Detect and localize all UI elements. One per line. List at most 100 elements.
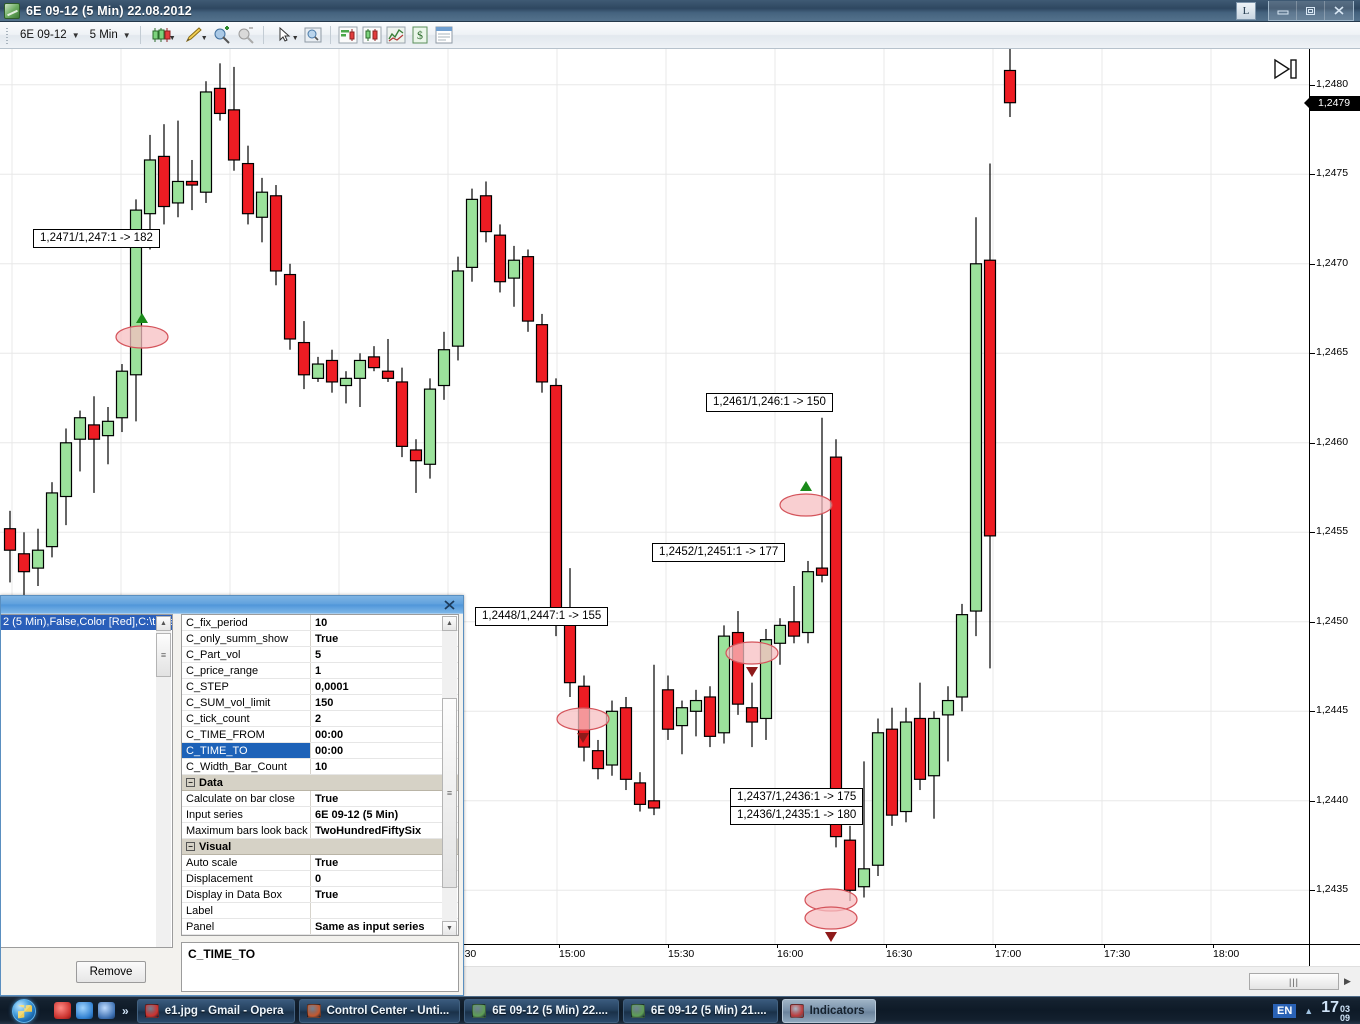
magnifier-icon[interactable] <box>302 24 324 46</box>
scroll-up-icon[interactable]: ▲ <box>442 616 457 631</box>
property-row[interactable]: Maximum bars look back TwoHundredFiftySix <box>182 823 458 839</box>
property-value[interactable]: True <box>311 887 458 902</box>
property-value[interactable]: 10 <box>311 615 458 630</box>
cursor-pointer-icon[interactable]: ▼ <box>270 24 300 46</box>
property-value[interactable]: 00:00 <box>311 743 458 758</box>
chart-annotation[interactable]: 1,2461/1,246:1 -> 150 <box>706 393 833 412</box>
chart-annotation[interactable]: 1,2437/1,2436:1 -> 175 <box>730 788 864 807</box>
property-grid[interactable]: C_fix_period 10 C_only_summ_show True C_Part… <box>181 614 459 936</box>
indicators-icon <box>789 1003 804 1018</box>
property-value[interactable]: 10 <box>311 759 458 774</box>
property-row[interactable]: Calculate on bar close True <box>182 791 458 807</box>
skip-forward-icon[interactable] <box>1272 57 1302 81</box>
property-row[interactable]: Auto scale True <box>182 855 458 871</box>
property-value[interactable]: True <box>311 855 458 870</box>
windows-start-orb-icon[interactable] <box>2 998 46 1024</box>
property-value[interactable]: 6E 09-12 (5 Min) <box>311 807 458 822</box>
chart-annotation[interactable]: 1,2471/1,247:1 -> 182 <box>33 229 160 248</box>
property-value[interactable]: 2 <box>311 711 458 726</box>
indicators-dialog[interactable]: 2 (5 Min),False,Color [Red],C:\ticks ▲ ≡… <box>0 595 464 996</box>
show-hidden-icons-icon[interactable]: ▲ <box>1304 1006 1313 1016</box>
interval-selector[interactable]: 5 Min ▼ <box>85 25 134 45</box>
chevron-down-icon[interactable]: ▼ <box>169 35 176 42</box>
zoom-in-icon[interactable] <box>211 24 233 46</box>
scroll-up-icon[interactable]: ▲ <box>156 616 171 631</box>
media-player-quicklaunch-icon[interactable] <box>98 1002 115 1019</box>
taskbar-item[interactable]: Control Center - Unti... <box>298 998 461 1023</box>
instrument-selector[interactable]: 6E 09-12 ▼ <box>15 25 83 45</box>
language-indicator[interactable]: EN <box>1272 1003 1297 1018</box>
scroll-down-icon[interactable]: ▼ <box>442 921 457 935</box>
property-row[interactable]: Label <box>182 903 458 919</box>
property-value[interactable]: 5 <box>311 647 458 662</box>
chart-annotation[interactable]: 1,2436/1,2435:1 -> 180 <box>730 806 864 825</box>
property-value[interactable] <box>311 903 458 918</box>
taskbar-clock[interactable]: 17 03 09 <box>1321 999 1354 1023</box>
taskbar-item[interactable]: 6E 09-12 (5 Min) 21.... <box>622 998 778 1023</box>
remove-button[interactable]: Remove <box>76 961 146 983</box>
property-value[interactable]: 1 <box>311 663 458 678</box>
minimize-icon[interactable] <box>1269 0 1297 20</box>
property-value[interactable]: 0,0001 <box>311 679 458 694</box>
property-row[interactable]: C_only_summ_show True <box>182 631 458 647</box>
strategies-icon[interactable] <box>361 24 383 46</box>
internet-explorer-quicklaunch-icon[interactable] <box>76 1002 93 1019</box>
property-row[interactable]: C_SUM_vol_limit 150 <box>182 695 458 711</box>
scrollbar-thumb[interactable]: ≡ <box>442 698 457 888</box>
close-icon[interactable] <box>441 598 457 612</box>
property-value[interactable]: Same as input series <box>311 919 458 934</box>
scrollbar-thumb[interactable]: ||| <box>1249 973 1339 990</box>
property-row[interactable]: Panel Same as input series <box>182 919 458 935</box>
chevron-down-icon[interactable]: ▼ <box>292 35 299 42</box>
collapse-expander-icon[interactable]: − <box>186 842 195 851</box>
property-row[interactable]: C_STEP 0,0001 <box>182 679 458 695</box>
property-row[interactable]: C_fix_period 10 <box>182 615 458 631</box>
collapse-expander-icon[interactable]: − <box>186 778 195 787</box>
taskbar-item[interactable]: Indicators <box>781 998 876 1023</box>
dollar-icon[interactable]: $ <box>409 24 431 46</box>
property-category-row[interactable]: − Visual <box>182 839 458 855</box>
chart-trader-icon[interactable] <box>385 24 407 46</box>
price-axis[interactable]: 1,2480 1,2475 1,2470 1,2465 1,2460 1,2455 1,24… <box>1304 49 1360 944</box>
property-value[interactable]: True <box>311 631 458 646</box>
configured-indicators-list[interactable]: 2 (5 Min),False,Color [Red],C:\ticks ▲ ≡ <box>1 614 173 948</box>
scrollbar-thumb[interactable]: ≡ <box>156 633 171 677</box>
property-row[interactable]: Input series 6E 09-12 (5 Min) <box>182 807 458 823</box>
zoom-out-icon[interactable] <box>235 24 257 46</box>
property-value[interactable]: True <box>311 791 458 806</box>
chart-annotation[interactable]: 1,2452/1,2451:1 -> 177 <box>652 543 786 562</box>
taskbar-item[interactable]: e1.jpg - Gmail - Opera <box>136 998 295 1023</box>
window-title-bar[interactable]: 6E 09-12 (5 Min) 22.08.2012 L <box>0 0 1360 22</box>
property-row[interactable]: C_Part_vol 5 <box>182 647 458 663</box>
scroll-right-icon[interactable]: ▶ <box>1339 973 1356 990</box>
property-grid-scrollbar[interactable]: ▲ ≡ ▼ <box>442 616 457 935</box>
property-value[interactable]: TwoHundredFiftySix <box>311 823 458 838</box>
layout-badge[interactable]: L <box>1236 1 1256 20</box>
property-value[interactable]: 0 <box>311 871 458 886</box>
restore-icon[interactable] <box>1297 0 1325 20</box>
properties-icon[interactable] <box>433 24 455 46</box>
drawing-tools-pencil-icon[interactable]: ▼ <box>179 24 209 46</box>
property-value[interactable]: 00:00 <box>311 727 458 742</box>
taskbar-item[interactable]: 6E 09-12 (5 Min) 22.... <box>464 998 619 1023</box>
property-row[interactable]: C_tick_count 2 <box>182 711 458 727</box>
property-category-row[interactable]: − Data <box>182 775 458 791</box>
close-icon[interactable] <box>1325 1 1353 20</box>
indicators-icon[interactable] <box>337 24 359 46</box>
chevron-down-icon[interactable]: ▼ <box>201 35 208 42</box>
property-row[interactable]: Displacement 0 <box>182 871 458 887</box>
list-item[interactable]: 2 (5 Min),False,Color [Red],C:\ticks <box>1 615 172 630</box>
property-value[interactable]: 150 <box>311 695 458 710</box>
chart-style-candles-icon[interactable]: ▼ <box>147 24 177 46</box>
chart-annotation[interactable]: 1,2448/1,2447:1 -> 155 <box>475 607 609 626</box>
property-row[interactable]: C_price_range 1 <box>182 663 458 679</box>
quick-launch-more-icon[interactable]: » <box>122 1004 129 1018</box>
property-row[interactable]: C_Width_Bar_Count 10 <box>182 759 458 775</box>
list-scrollbar[interactable]: ▲ ≡ <box>156 616 171 947</box>
property-row[interactable]: C_TIME_TO 00:00 <box>182 743 458 759</box>
dialog-title-bar[interactable] <box>1 596 463 614</box>
property-row[interactable]: Display in Data Box True <box>182 887 458 903</box>
property-row[interactable]: C_TIME_FROM 00:00 <box>182 727 458 743</box>
opera-quicklaunch-icon[interactable] <box>54 1002 71 1019</box>
toolbar-grip[interactable] <box>4 26 10 44</box>
